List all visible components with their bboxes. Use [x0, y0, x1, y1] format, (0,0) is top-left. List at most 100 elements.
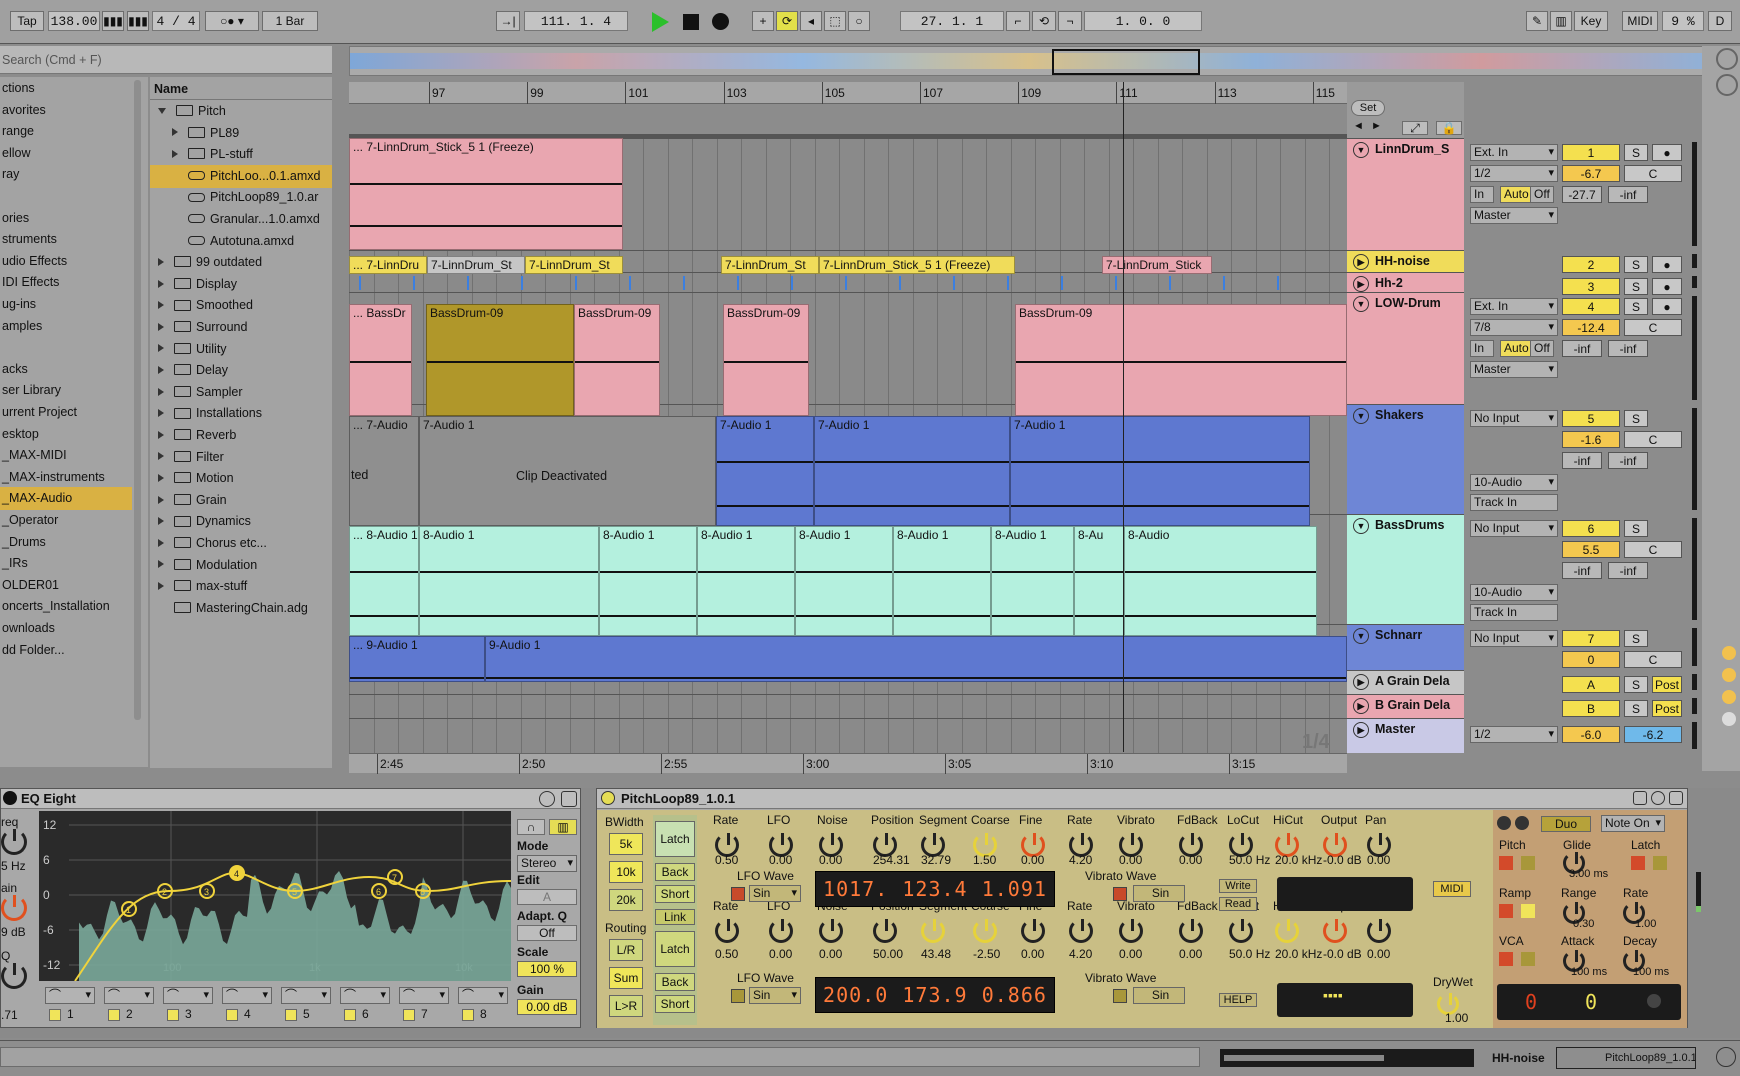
monitor-in-button[interactable]: In: [1470, 340, 1494, 357]
band-on-toggle[interactable]: [462, 1009, 474, 1021]
clip[interactable]: 7-LinnDrum_Stick_5 1 (Freeze): [819, 256, 1015, 274]
hd-button[interactable]: D: [1708, 11, 1732, 31]
arm-button[interactable]: ●: [1652, 144, 1682, 161]
parameter-knob[interactable]: [1069, 919, 1093, 943]
monitor-off-button[interactable]: Off: [1530, 340, 1554, 357]
fold-arrow-icon[interactable]: ▼: [1353, 518, 1369, 534]
gain-knob[interactable]: [1, 895, 27, 921]
track-activator-button[interactable]: A: [1562, 676, 1620, 693]
browser-place-item[interactable]: oncerts_Installation: [0, 595, 132, 618]
solo-button[interactable]: S: [1624, 520, 1648, 537]
keyboard-icon[interactable]: ▥: [1550, 11, 1572, 31]
track-activator-button[interactable]: 5: [1562, 410, 1620, 427]
browser-place-item[interactable]: struments: [0, 228, 132, 251]
vibrato-wave-toggle[interactable]: [1113, 887, 1127, 901]
clip[interactable]: 8-Audio 1: [893, 526, 991, 636]
hot-swap-icon[interactable]: [1651, 791, 1665, 805]
browser-place-item[interactable]: ctions: [0, 77, 132, 100]
browser-item[interactable]: Utility: [150, 338, 332, 361]
expand-arrow-icon[interactable]: [158, 517, 164, 526]
browser-place-item[interactable]: ug-ins: [0, 293, 132, 316]
filter-type-dropdown[interactable]: ⌒: [222, 987, 272, 1004]
next-locator-icon[interactable]: ►: [1371, 120, 1382, 132]
clip[interactable]: 7-Audio 1: [814, 416, 1010, 526]
overview-toggle-icon[interactable]: [1716, 48, 1738, 70]
pan-field[interactable]: C: [1624, 165, 1682, 182]
track-header[interactable]: ▼ BassDrums: [1347, 514, 1464, 624]
browser-item[interactable]: PL-stuff: [150, 143, 332, 166]
track-activator-button[interactable]: 1: [1562, 144, 1620, 161]
browser-search[interactable]: Search (Cmd + F): [0, 46, 332, 74]
track-name[interactable]: Shakers: [1375, 408, 1424, 422]
solo-button[interactable]: S: [1624, 700, 1648, 717]
pitch-toggle-2[interactable]: [1521, 856, 1535, 870]
parameter-knob[interactable]: [1119, 919, 1143, 943]
headphone-icon[interactable]: ∩: [517, 819, 545, 835]
solo-button[interactable]: S: [1624, 278, 1648, 295]
clip[interactable]: 8-Audio: [1124, 526, 1317, 636]
clip[interactable]: 8-Audio 1: [991, 526, 1074, 636]
browser-item[interactable]: Reverb: [150, 424, 332, 447]
filter-type-dropdown[interactable]: ⌒: [458, 987, 508, 1004]
expand-arrow-icon[interactable]: [158, 257, 164, 266]
clip[interactable]: BassDrum-09: [1015, 304, 1347, 416]
browser-place-item[interactable]: range: [0, 120, 132, 143]
post-button[interactable]: Post: [1652, 700, 1682, 717]
adaptive-q-toggle[interactable]: Off: [517, 925, 577, 941]
browser-item[interactable]: Surround: [150, 316, 332, 339]
pan-field[interactable]: C: [1624, 431, 1682, 448]
browser-item[interactable]: Sampler: [150, 381, 332, 404]
band-on-toggle[interactable]: [403, 1009, 415, 1021]
browser-item[interactable]: Delay: [150, 359, 332, 382]
key-map-button[interactable]: Key: [1574, 11, 1608, 31]
output-dropdown[interactable]: 10-Audio: [1470, 474, 1558, 491]
vca-toggle-2[interactable]: [1521, 952, 1535, 966]
browser-place-item[interactable]: _Drums: [0, 531, 132, 554]
filter-type-dropdown[interactable]: ⌒: [163, 987, 213, 1004]
filter-type-dropdown[interactable]: ⌒: [45, 987, 95, 1004]
back-1-button[interactable]: Back: [655, 863, 695, 881]
device-power-icon[interactable]: [601, 791, 615, 805]
edit-ab-button[interactable]: A: [517, 889, 577, 905]
pan-field[interactable]: C: [1624, 319, 1682, 336]
browser-place-item[interactable]: ellow: [0, 142, 132, 165]
overview-strip[interactable]: [349, 46, 1709, 76]
input-type-dropdown[interactable]: Ext. In: [1470, 298, 1558, 315]
browser-place-item[interactable]: ownloads: [0, 617, 132, 640]
pan-field[interactable]: C: [1624, 541, 1682, 558]
nudge-down-icon[interactable]: ▮▮▮: [102, 11, 124, 31]
latch-toggle-2[interactable]: [1653, 856, 1667, 870]
route-l-to-r-button[interactable]: L>R: [609, 995, 643, 1017]
browser-place-item[interactable]: urrent Project: [0, 401, 132, 424]
fold-arrow-icon[interactable]: ▼: [1353, 142, 1369, 158]
track-activator-button[interactable]: 2: [1562, 256, 1620, 273]
browser-item[interactable]: Filter: [150, 446, 332, 469]
volume-field[interactable]: -6.0: [1562, 726, 1620, 743]
track-in-field[interactable]: Track In: [1470, 494, 1558, 511]
track-activator-button[interactable]: 4: [1562, 298, 1620, 315]
browser-item[interactable]: Modulation: [150, 554, 332, 577]
lfo-wave-dropdown[interactable]: Sin: [749, 885, 801, 902]
volume-field[interactable]: 5.5: [1562, 541, 1620, 558]
vibrato-wave-toggle[interactable]: [1113, 989, 1127, 1003]
input-type-dropdown[interactable]: No Input: [1470, 630, 1558, 647]
fold-arrow-icon[interactable]: ▼: [1353, 408, 1369, 424]
expand-arrow-icon[interactable]: [158, 581, 164, 590]
browser-item[interactable]: Dynamics: [150, 510, 332, 533]
clip[interactable]: BassDrum-09: [723, 304, 809, 416]
solo-button[interactable]: S: [1624, 630, 1648, 647]
track-header[interactable]: ▶ B Grain Dela: [1347, 694, 1464, 718]
filter-type-dropdown[interactable]: ⌒: [281, 987, 331, 1004]
beat-ruler[interactable]: 97 99 101 103 105 107 109 111 113 115: [349, 82, 1347, 104]
output-dropdown[interactable]: Master: [1470, 207, 1558, 224]
vca-toggle[interactable]: [1499, 952, 1513, 966]
expand-arrow-icon[interactable]: [158, 107, 166, 114]
link-button[interactable]: Link: [655, 909, 695, 925]
arm-button[interactable]: ●: [1652, 298, 1682, 315]
clip[interactable]: ... 7-LinnDrum_Stick_5 1 (Freeze): [349, 138, 623, 250]
browser-place-item[interactable]: amples: [0, 315, 132, 338]
ramp-toggle[interactable]: [1499, 904, 1513, 918]
expand-arrow-icon[interactable]: [158, 538, 164, 547]
bw-5k-button[interactable]: 5k: [609, 833, 643, 855]
edit-max-icon[interactable]: [1633, 791, 1647, 805]
